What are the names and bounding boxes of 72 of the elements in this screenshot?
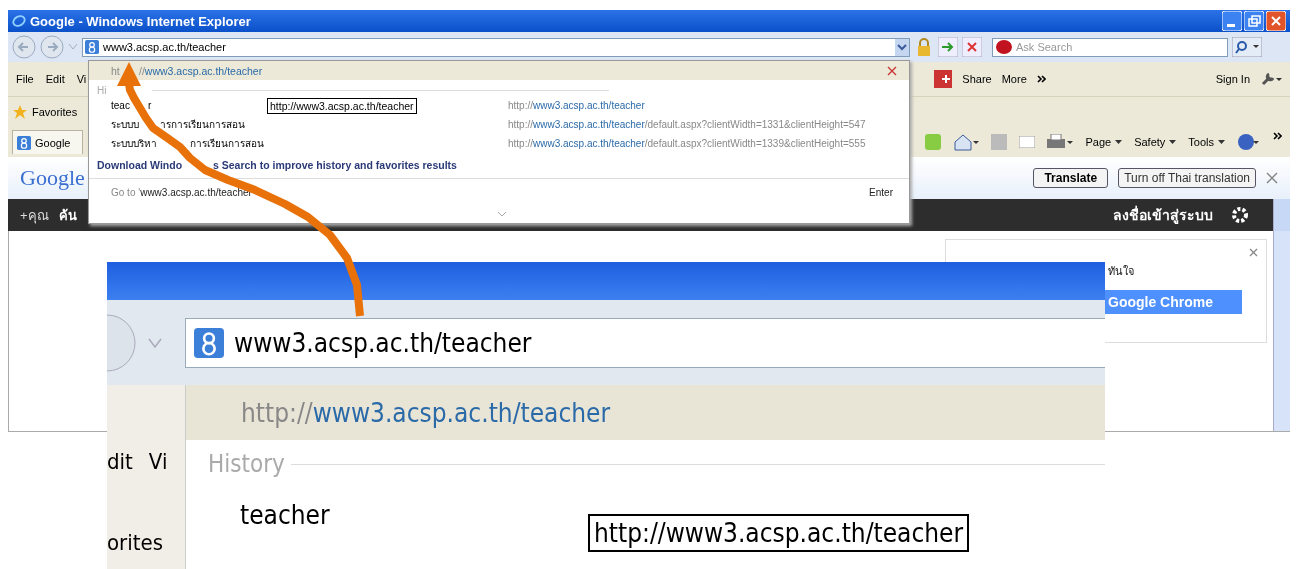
printer-icon[interactable] xyxy=(1047,134,1074,150)
stop-button[interactable] xyxy=(962,37,982,57)
history-url[interactable]: http://www3.acsp.ac.th/teacher/default.aspx?clientWidth=1331&clientHeight=547 xyxy=(508,119,866,130)
double-chevron-icon[interactable] xyxy=(1273,132,1282,140)
more-button[interactable]: More xyxy=(1001,73,1027,85)
favorites-button[interactable]: orites xyxy=(107,530,185,555)
close-icon[interactable] xyxy=(887,65,897,76)
history-item[interactable]: ระบบบ xyxy=(111,119,139,130)
history-item[interactable]: การเรียนการสอน xyxy=(190,136,264,151)
scrollbar[interactable] xyxy=(1273,199,1290,231)
menu-item[interactable]: Edit xyxy=(45,73,65,85)
menu-item[interactable]: Vi xyxy=(148,449,168,474)
suggestion-row[interactable]: http://www3.acsp.ac.th/teacher xyxy=(185,385,1105,440)
minimize-button[interactable] xyxy=(1222,11,1242,31)
translate-button[interactable]: Translate xyxy=(1033,168,1109,188)
address-field[interactable]: www3.acsp.ac.th/teacher xyxy=(185,318,1105,368)
download-link[interactable]: Download Windo xyxy=(97,159,183,171)
restore-button[interactable] xyxy=(1244,11,1264,31)
double-chevron-icon[interactable] xyxy=(1036,75,1046,83)
download-link[interactable]: s Search to improve history and favorites results xyxy=(213,159,457,171)
address-field[interactable]: www3.acsp.ac.th/teacher xyxy=(82,37,910,57)
help-icon[interactable] xyxy=(1237,133,1261,151)
ask-logo-icon xyxy=(996,40,1012,54)
menu-item[interactable]: File xyxy=(16,73,34,85)
google-plus-icon xyxy=(934,70,953,88)
promo-text: ทันใจ xyxy=(1108,265,1134,277)
google-logo: Google xyxy=(20,165,85,191)
caret-icon[interactable] xyxy=(1115,139,1123,145)
ie-logo-icon xyxy=(12,14,26,28)
menu-item[interactable]: Vi xyxy=(76,73,87,85)
history-item[interactable]: ระบบบริหา xyxy=(111,138,157,149)
scrollbar[interactable] xyxy=(1273,231,1290,431)
close-icon[interactable] xyxy=(1249,248,1258,257)
menu-button[interactable]: Tools xyxy=(1188,136,1214,148)
history-url[interactable]: http://www3.acsp.ac.th/teacher xyxy=(508,100,645,111)
history-url[interactable]: http://www3.acsp.ac.th/teacher/default.aspx?clientWidth=1339&clientHeight=555 xyxy=(508,138,866,149)
go-button[interactable] xyxy=(938,37,958,57)
share-button[interactable]: Share xyxy=(962,73,992,85)
star-icon xyxy=(12,104,28,120)
history-item[interactable]: ารการเรียนการสอน xyxy=(160,117,245,132)
section-heading: History xyxy=(208,450,285,478)
sign-in-link[interactable]: ลงชื่อเข้าสู่ระบบ xyxy=(1113,204,1213,226)
home-icon[interactable] xyxy=(953,133,980,151)
g-icon xyxy=(17,135,31,150)
history-item[interactable]: teac xyxy=(111,100,130,111)
close-icon[interactable] xyxy=(1266,172,1278,184)
close-button[interactable] xyxy=(1266,11,1286,31)
nav-link[interactable]: ค้น xyxy=(58,204,77,226)
window-title: Google - Windows Internet Explorer xyxy=(30,13,251,29)
tooltip: http://www3.acsp.ac.th/teacher xyxy=(267,98,417,114)
turn-off-translation-button[interactable]: Turn off Thai translation xyxy=(1118,168,1256,188)
tooltip: http://www3.acsp.ac.th/teacher xyxy=(588,514,970,552)
suggestion-row[interactable]: ht //www3.acsp.ac.th/teacher xyxy=(89,61,909,80)
caret-icon[interactable] xyxy=(1218,139,1225,145)
wrench-icon[interactable] xyxy=(1260,71,1282,87)
search-button[interactable] xyxy=(1232,37,1262,57)
caret-icon[interactable] xyxy=(1169,139,1177,145)
menu-button[interactable]: Safety xyxy=(1134,136,1166,148)
menu-button[interactable]: Page xyxy=(1085,136,1112,148)
section-heading: Hi xyxy=(97,85,107,96)
settings-icon[interactable] xyxy=(1231,206,1249,224)
favorites-button[interactable]: Favorites xyxy=(32,106,78,118)
history-item[interactable]: r xyxy=(148,100,152,111)
go-to-row[interactable]: Go to 'www3.acsp.ac.th/teacher Enter xyxy=(89,178,909,205)
menu-item[interactable]: dit xyxy=(107,449,133,474)
history-item[interactable]: teacher xyxy=(240,500,330,530)
g-icon xyxy=(194,328,224,358)
sign-in-link[interactable]: Sign In xyxy=(1215,73,1250,85)
caret-icon[interactable] xyxy=(895,38,909,56)
g-icon xyxy=(85,40,99,54)
nav-link[interactable]: +คุณ xyxy=(20,204,49,226)
browser-tab[interactable]: Google xyxy=(12,130,84,154)
